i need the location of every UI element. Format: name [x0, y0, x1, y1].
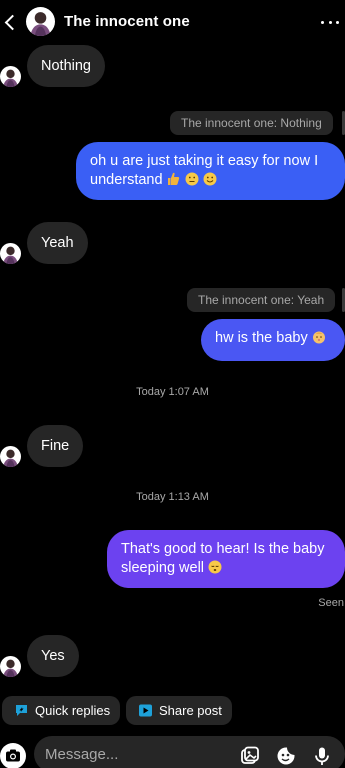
- contact-name[interactable]: The innocent one: [64, 13, 190, 30]
- outgoing-message[interactable]: That's good to hear! Is the baby sleepin…: [107, 530, 345, 588]
- gallery-icon[interactable]: [240, 746, 260, 766]
- camera-icon[interactable]: [0, 743, 26, 768]
- reply-quote: The innocent one: Nothing: [170, 111, 333, 135]
- sleeping-face-emoji-icon: [208, 560, 222, 574]
- share-post-label: Share post: [159, 703, 222, 718]
- incoming-message[interactable]: Nothing: [27, 45, 105, 87]
- sender-avatar: [0, 446, 21, 467]
- share-post-icon: [139, 704, 152, 717]
- sender-avatar: [0, 656, 21, 677]
- message-text: hw is the baby: [215, 330, 308, 346]
- timestamp: Today 1:07 AM: [136, 386, 209, 398]
- share-post-button[interactable]: Share post: [126, 696, 232, 725]
- more-dots-icon[interactable]: [321, 13, 339, 31]
- sticker-icon[interactable]: [276, 746, 296, 766]
- chevron-left-icon: [4, 14, 20, 30]
- baby-emoji-icon: [312, 331, 325, 344]
- chat-header: The innocent one: [0, 0, 345, 44]
- incoming-message[interactable]: Fine: [27, 425, 84, 467]
- reply-quote: The innocent one: Yeah: [187, 288, 336, 312]
- outgoing-message[interactable]: oh u are just taking it easy for now I u…: [76, 142, 345, 200]
- sender-avatar: [0, 243, 21, 264]
- quick-replies-label: Quick replies: [35, 703, 111, 718]
- microphone-icon[interactable]: [312, 746, 332, 766]
- quick-replies-button[interactable]: Quick replies: [2, 696, 121, 725]
- message-composer: [0, 734, 345, 768]
- message-text: That's good to hear! Is the baby sleepin…: [121, 541, 325, 576]
- contact-avatar[interactable]: [26, 7, 55, 36]
- sender-avatar: [0, 66, 21, 87]
- message-input[interactable]: [45, 744, 225, 764]
- neutral-face-emoji-icon: [185, 172, 199, 186]
- incoming-message[interactable]: Yes: [27, 635, 79, 677]
- quick-reply-icon: [16, 705, 27, 716]
- thumbs-up-emoji-icon: [167, 172, 179, 185]
- message-input-pill: [34, 736, 345, 768]
- incoming-message[interactable]: Yeah: [27, 222, 88, 264]
- timestamp: Today 1:13 AM: [136, 491, 209, 503]
- smiling-face-emoji-icon: [203, 172, 217, 186]
- back-button[interactable]: [2, 9, 20, 35]
- seen-indicator: Seen: [318, 597, 344, 609]
- outgoing-message[interactable]: hw is the baby: [201, 319, 345, 361]
